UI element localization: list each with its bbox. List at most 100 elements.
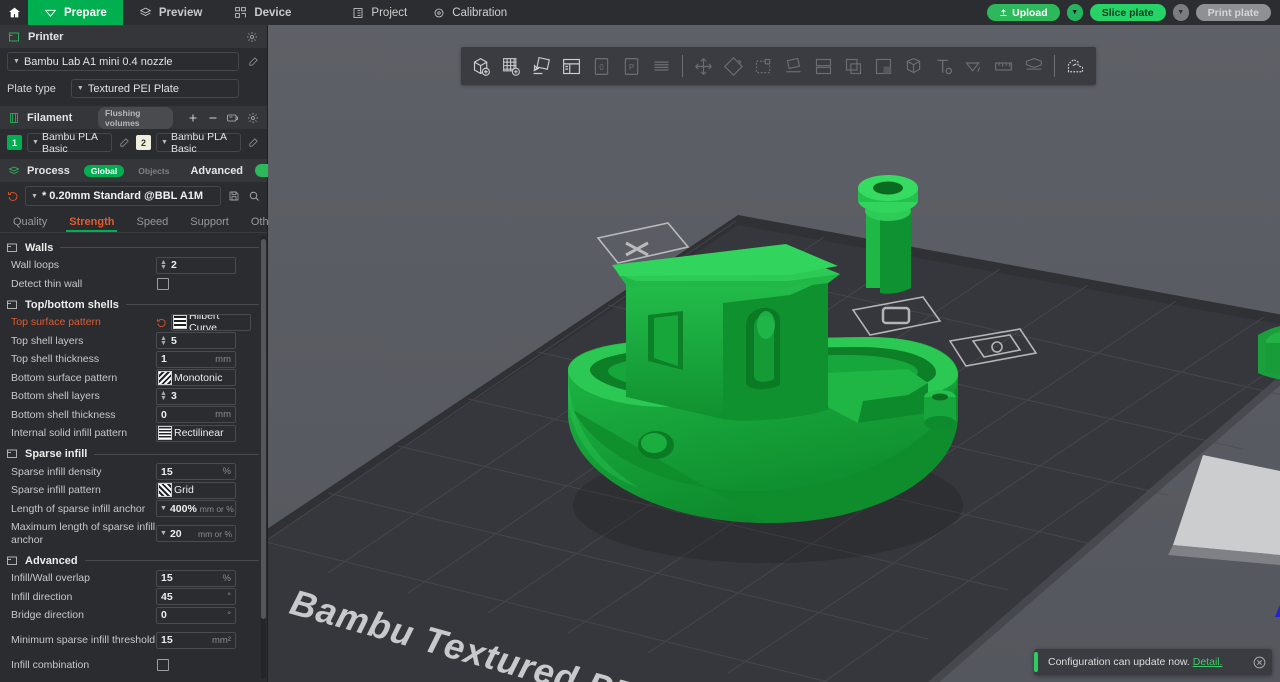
param-control: Rectilinear <box>156 424 259 442</box>
param-unit: mm² <box>212 634 231 646</box>
tab-device[interactable]: Device <box>218 0 307 25</box>
param-spinner[interactable]: ▲ ▼ 3 <box>156 387 236 405</box>
param-spinner[interactable]: ▲ ▼ 2 <box>156 256 236 274</box>
filament-swatch-2[interactable]: 2 <box>136 135 151 150</box>
param-label: Bottom surface pattern <box>11 371 118 384</box>
filament-edit-icon-1[interactable] <box>117 136 131 150</box>
cut-icon[interactable] <box>809 51 838 81</box>
flushing-volumes-button[interactable]: Flushing volumes <box>98 106 174 129</box>
prepare-icon <box>44 6 57 19</box>
printer-settings-gear-icon[interactable] <box>244 31 259 43</box>
scope-global-button[interactable]: Global <box>83 164 125 177</box>
param-control <box>156 277 259 290</box>
close-icon[interactable] <box>1246 649 1272 675</box>
add-object-icon[interactable] <box>467 51 496 81</box>
param-pattern-select[interactable]: Rectilinear <box>156 424 236 442</box>
tab-preview[interactable]: Preview <box>123 0 218 25</box>
spinner-arrows[interactable]: ▲ ▼ <box>160 390 167 402</box>
3d-viewport[interactable]: Bambu Textured PEI Plate <box>268 25 1280 682</box>
param-checkbox[interactable] <box>157 277 169 290</box>
paste-icon[interactable]: P <box>617 51 646 81</box>
slice-plate-button[interactable]: Slice plate <box>1089 4 1166 21</box>
param-text-input[interactable]: 45 ° <box>156 588 236 606</box>
tab-quality[interactable]: Quality <box>2 210 58 232</box>
spinner-arrows[interactable]: ▲ ▼ <box>160 259 167 271</box>
printer-model-select[interactable]: ▼ Bambu Lab A1 mini 0.4 nozzle <box>7 52 239 71</box>
main-area: Printer ▼ Bambu Lab A1 mini 0.4 nozzle P… <box>0 25 1280 682</box>
sync-filament-icon[interactable] <box>226 112 239 124</box>
param-text-input[interactable]: 15% <box>156 463 236 481</box>
param-control: 15% <box>156 569 259 587</box>
filament-select-1[interactable]: ▼ Bambu PLA Basic <box>27 131 112 155</box>
param-row: Sparse infill pattern Grid <box>0 481 267 500</box>
param-group-divider <box>84 560 259 561</box>
layout-icon[interactable] <box>557 51 586 81</box>
param-combo-input[interactable]: ▼ 400% mm or % <box>156 500 236 518</box>
plate-type-label: Plate type <box>7 82 56 95</box>
color-paint-icon[interactable] <box>899 51 928 81</box>
filament-name-2: Bambu PLA Basic <box>170 130 227 155</box>
add-filament-button[interactable] <box>187 112 200 124</box>
param-pattern-select[interactable]: Hilbert Curve <box>171 313 251 331</box>
param-value: 1 <box>161 353 167 366</box>
param-text-input[interactable]: 15 mm² <box>156 631 236 649</box>
search-icon[interactable] <box>247 189 261 203</box>
chevron-down-icon: ▼ <box>160 530 167 537</box>
print-dropdown-caret[interactable]: ▼ <box>1172 4 1189 21</box>
menu-calibration[interactable]: Calibration <box>420 0 520 25</box>
param-text-input[interactable]: 0 mm <box>156 406 236 424</box>
upload-button[interactable]: Upload <box>987 4 1060 21</box>
auto-arrange-icon[interactable] <box>527 51 556 81</box>
param-checkbox[interactable] <box>157 658 169 671</box>
process-preset-select[interactable]: ▼ * 0.20mm Standard @BBL A1M <box>25 186 221 206</box>
param-combo-input[interactable]: ▼ 20 mm or % <box>156 525 236 542</box>
filament-swatch-1[interactable]: 1 <box>7 135 22 150</box>
mesh-boolean-icon[interactable] <box>839 51 868 81</box>
filament-edit-icon-2[interactable] <box>246 136 260 150</box>
support-paint-icon[interactable] <box>869 51 898 81</box>
tab-speed[interactable]: Speed <box>125 210 179 232</box>
sidebar-scrollbar-thumb[interactable] <box>261 239 266 619</box>
param-text-input[interactable]: 15% <box>156 569 236 587</box>
top-menu-bar: Prepare Preview Device Project Calibrati… <box>0 0 1280 25</box>
print-plate-button[interactable]: Print plate <box>1195 4 1271 21</box>
variable-layer-height-icon[interactable] <box>1061 51 1090 81</box>
tab-strength[interactable]: Strength <box>58 210 125 232</box>
param-revert-icon[interactable] <box>156 317 167 328</box>
spinner-arrows[interactable]: ▲ ▼ <box>160 335 167 347</box>
menu-project[interactable]: Project <box>339 0 420 25</box>
tab-prepare[interactable]: Prepare <box>28 0 123 25</box>
param-spinner[interactable]: ▲ ▼ 5 <box>156 332 236 350</box>
tab-support[interactable]: Support <box>179 210 240 232</box>
save-icon[interactable] <box>227 189 241 203</box>
remove-filament-button[interactable] <box>207 112 220 124</box>
notification-detail-link[interactable]: Detail. <box>1193 656 1223 668</box>
param-text-input[interactable]: 0 ° <box>156 606 236 624</box>
filament-settings-gear-icon[interactable] <box>246 112 259 124</box>
scale-icon[interactable] <box>749 51 778 81</box>
flatten-icon[interactable] <box>779 51 808 81</box>
param-value: Hilbert Curve <box>189 313 220 331</box>
scope-objects-button[interactable]: Objects <box>131 165 176 177</box>
project-icon <box>352 7 364 19</box>
chevron-down-icon: ▼ <box>161 139 168 146</box>
plate-type-select[interactable]: ▼ Textured PEI Plate <box>70 79 239 98</box>
rotate-icon[interactable] <box>719 51 748 81</box>
param-label: Infill direction <box>11 590 73 603</box>
param-pattern-select[interactable]: Grid <box>156 481 236 499</box>
param-pattern-select[interactable]: Monotonic <box>156 369 236 387</box>
param-text-input[interactable]: 1 mm <box>156 350 236 368</box>
slice-dropdown-caret[interactable]: ▼ <box>1066 4 1083 21</box>
move-icon[interactable] <box>689 51 718 81</box>
measure-icon[interactable] <box>989 51 1018 81</box>
add-plate-icon[interactable] <box>497 51 526 81</box>
layers-icon[interactable] <box>647 51 676 81</box>
filament-select-2[interactable]: ▼ Bambu PLA Basic <box>156 130 241 155</box>
text-tool-icon[interactable] <box>929 51 958 81</box>
fill-tool-icon[interactable] <box>959 51 988 81</box>
home-icon[interactable] <box>0 0 28 25</box>
copy-icon[interactable]: 0 <box>587 51 616 81</box>
printer-edit-icon[interactable] <box>246 55 260 69</box>
assembly-icon[interactable] <box>1019 51 1048 81</box>
revert-preset-icon[interactable] <box>6 190 19 202</box>
